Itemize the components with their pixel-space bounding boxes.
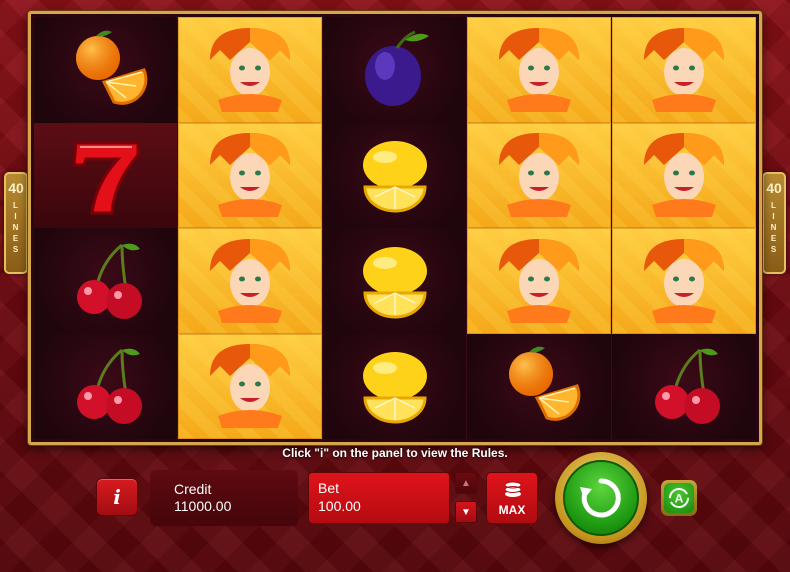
reel-cell — [467, 228, 612, 334]
reel-cell — [611, 17, 757, 123]
lines-badge-right: 40 L I N E S — [762, 172, 786, 274]
reel-cell — [467, 122, 612, 228]
lines-letter: I — [772, 212, 776, 221]
plum-icon — [364, 30, 429, 106]
bet-label: Bet — [318, 480, 340, 496]
lines-badge-left: 40 L I N E S — [4, 172, 28, 274]
arrow-up-icon: ▲ — [461, 477, 471, 489]
orange-icon — [75, 30, 148, 105]
jester-icon — [210, 238, 291, 323]
credit-label: Credit — [174, 481, 212, 497]
lines-word: L I N E S — [771, 200, 778, 255]
cherry-icon — [76, 348, 142, 425]
reel-cell — [178, 17, 323, 123]
jester-icon — [210, 133, 291, 218]
lines-letter: S — [770, 245, 778, 254]
lemon-icon — [362, 141, 427, 213]
max-bet-button[interactable]: MAX — [486, 472, 538, 524]
info-icon: i — [113, 485, 121, 509]
lines-letter: N — [12, 223, 20, 232]
reel-cell — [611, 122, 757, 228]
seven-icon — [72, 141, 140, 215]
lines-letter: L — [13, 201, 19, 210]
jester-icon — [210, 27, 291, 112]
coins-icon — [504, 481, 522, 497]
jester-icon — [498, 133, 579, 218]
spin-button[interactable] — [555, 452, 647, 544]
cherry-icon — [76, 243, 142, 319]
reel-cell — [178, 228, 323, 334]
lines-letter: S — [12, 245, 20, 254]
arrow-down-icon: ▼ — [461, 506, 471, 518]
reel-2 — [178, 17, 323, 439]
reels-grid — [34, 17, 757, 439]
reel-cell — [611, 333, 757, 439]
jester-icon — [643, 238, 724, 323]
reel-cell — [178, 333, 323, 439]
lines-letter: E — [770, 234, 778, 243]
max-bet-label: MAX — [498, 503, 526, 517]
lines-letter: L — [771, 201, 777, 210]
lines-letter: I — [14, 212, 18, 221]
autoplay-button[interactable]: A — [661, 480, 697, 516]
lines-letter: N — [770, 223, 778, 232]
reel-3 — [322, 17, 468, 439]
credit-value: 11000.00 — [174, 498, 232, 514]
autoplay-icon: A — [669, 488, 689, 508]
bet-increase-button[interactable]: ▲ — [455, 472, 477, 494]
jester-icon — [498, 238, 579, 323]
orange-icon — [508, 346, 581, 422]
bet-decrease-button[interactable]: ▼ — [455, 501, 477, 523]
reel-cell — [322, 122, 467, 228]
lines-count: 40 — [8, 180, 24, 196]
reel-cell — [467, 17, 612, 123]
autoplay-label: A — [675, 492, 684, 506]
info-button[interactable]: i — [96, 478, 138, 516]
jester-icon — [643, 133, 724, 218]
jester-icon — [643, 27, 724, 112]
lines-count: 40 — [766, 180, 782, 196]
reel-cell — [34, 333, 178, 439]
reel-cell — [322, 333, 467, 439]
bet-value: 100.00 — [318, 498, 361, 514]
reel-cell — [178, 122, 323, 228]
reel-cell — [34, 228, 178, 334]
jester-icon — [498, 27, 579, 112]
reel-1 — [34, 17, 179, 439]
reel-4 — [467, 17, 612, 439]
cherry-icon — [654, 348, 720, 425]
reels-frame — [28, 11, 762, 445]
autoplay-button-face: A — [664, 483, 694, 513]
lines-word: L I N E S — [13, 200, 20, 255]
reel-cell — [34, 122, 178, 228]
rules-hint: Click "i" on the panel to view the Rules… — [282, 446, 508, 460]
reel-5 — [611, 17, 757, 439]
jester-icon — [210, 344, 291, 429]
reel-cell — [322, 17, 467, 123]
lemon-icon — [362, 352, 427, 424]
reel-cell — [322, 228, 467, 334]
spin-button-face — [563, 460, 639, 536]
reel-cell — [611, 228, 757, 334]
reel-cell — [467, 333, 611, 439]
spin-icon — [580, 478, 621, 518]
lemon-icon — [362, 246, 427, 319]
lines-letter: E — [12, 234, 20, 243]
reel-cell — [34, 17, 178, 123]
